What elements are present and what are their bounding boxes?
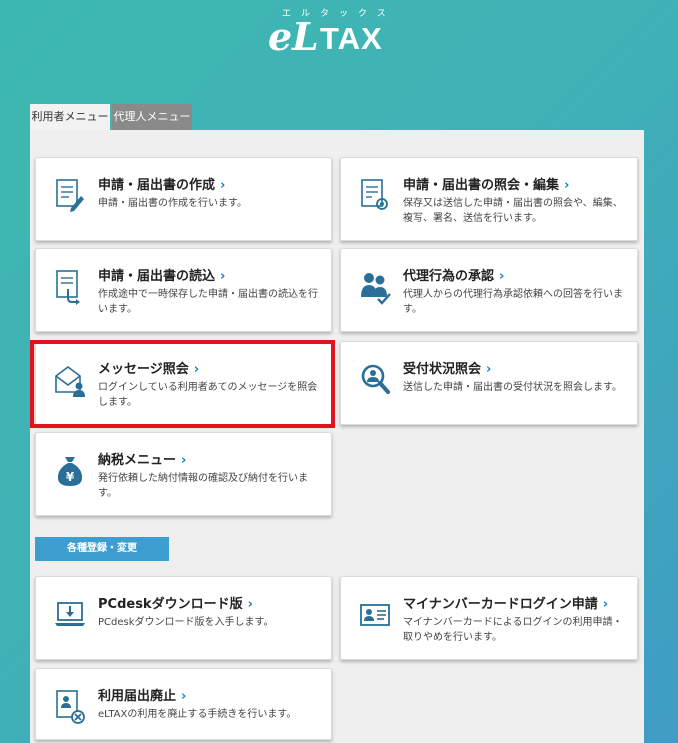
- menu-card-title: 納税メニュー ›: [98, 453, 187, 468]
- menu-card-desc: マイナンバーカードによるログインの利用申請・取りやめを行います。: [403, 617, 623, 643]
- tab-user-menu[interactable]: 利用者メニュー: [30, 104, 110, 130]
- chevron-right-icon: ›: [220, 178, 226, 193]
- menu-card-title: PCdeskダウンロード版 ›: [98, 597, 253, 612]
- chevron-right-icon: ›: [193, 362, 200, 377]
- menu-card-title: 申請・届出書の照会・編集 ›: [403, 178, 570, 193]
- menu-card-title: 利用届出廃止 ›: [98, 689, 187, 704]
- id-card-icon: [360, 604, 390, 626]
- menu-card-title: 受付状況照会 ›: [403, 362, 492, 377]
- menu-card-proxy-approval[interactable]: 代理行為の承認 › 代理人からの代理行為承認依頼への回答を行います。: [340, 248, 638, 332]
- menu-card-desc: eLTAXの利用を廃止する手続きを行います。: [98, 709, 297, 720]
- laptop-download-icon: [55, 602, 85, 626]
- menu-card-title: マイナンバーカードログイン申請 ›: [403, 597, 609, 612]
- section-label: 各種登録・変更: [35, 537, 169, 561]
- chevron-right-icon: ›: [181, 453, 187, 468]
- menu-card-desc: PCdeskダウンロード版を入手します。: [98, 617, 274, 628]
- menu-card-desc: 発行依頼した納付情報の確認及び納付を行います。: [98, 473, 308, 499]
- chevron-right-icon: ›: [499, 269, 505, 284]
- menu-card-reception-status[interactable]: 受付状況照会 › 送信した申請・届出書の受付状況を照会します。: [340, 341, 638, 425]
- menu-card-title: メッセージ照会 ›: [98, 362, 200, 377]
- document-search-icon: [361, 179, 388, 210]
- menu-card-title: 申請・届出書の作成 ›: [98, 178, 226, 193]
- chevron-right-icon: ›: [247, 597, 253, 612]
- svg-text:¥: ¥: [66, 470, 75, 484]
- document-pen-icon: [56, 179, 84, 212]
- menu-card-desc: 申請・届出書の作成を行います。: [98, 198, 247, 209]
- logo-tax: TAX: [320, 21, 383, 56]
- users-check-icon: [361, 273, 391, 305]
- menu-card-title: 代理行為の承認 ›: [403, 269, 505, 284]
- menu-card-usage-cancel[interactable]: 利用届出廃止 › eLTAXの利用を廃止する手続きを行います。: [35, 668, 332, 740]
- document-cancel-icon: [56, 690, 85, 724]
- document-load-icon: [56, 270, 80, 305]
- yen-bag-icon: ¥: [57, 457, 83, 486]
- menu-card-desc: 作成途中で一時保存した申請・届出書の読込を行います。: [98, 289, 318, 315]
- logo-e: e: [268, 14, 293, 59]
- menu-card-title: 申請・届出書の読込 ›: [98, 269, 226, 284]
- menu-card-desc: ログインしている利用者あてのメッセージを照会します。: [98, 382, 318, 408]
- menu-card-tax-payment[interactable]: ¥ 納税メニュー › 発行依頼した納付情報の確認及び納付を行います。: [35, 432, 332, 516]
- menu-card-load[interactable]: 申請・届出書の読込 › 作成途中で一時保存した申請・届出書の読込を行います。: [35, 248, 332, 332]
- chevron-right-icon: ›: [220, 269, 226, 284]
- chevron-right-icon: ›: [564, 178, 570, 193]
- eltax-logo: エルタックス e L TAX: [268, 6, 398, 59]
- menu-card-inquiry-edit[interactable]: 申請・届出書の照会・編集 › 保存又は送信した申請・届出書の照会や、編集、複写、署…: [340, 157, 638, 241]
- logo-l: L: [292, 14, 319, 59]
- chevron-right-icon: ›: [602, 597, 609, 612]
- chevron-right-icon: ›: [486, 362, 492, 377]
- mail-user-icon: [55, 366, 85, 397]
- menu-card-message[interactable]: メッセージ照会 › ログインしている利用者あてのメッセージを照会します。: [35, 341, 332, 425]
- menu-card-desc: 代理人からの代理行為承認依頼への回答を行います。: [403, 289, 623, 315]
- tab-agent-menu[interactable]: 代理人メニュー: [112, 104, 192, 130]
- menu-card-mynumber-login[interactable]: マイナンバーカードログイン申請 › マイナンバーカードによるログインの利用申請・取…: [340, 576, 638, 660]
- magnifier-user-icon: [361, 364, 390, 394]
- menu-card-desc: 保存又は送信した申請・届出書の照会や、編集、複写、署名、送信を行います。: [403, 198, 623, 224]
- menu-card-create[interactable]: 申請・届出書の作成 › 申請・届出書の作成を行います。: [35, 157, 332, 241]
- menu-card-desc: 送信した申請・届出書の受付状況を照会します。: [403, 382, 622, 393]
- menu-card-pcdesk-download[interactable]: PCdeskダウンロード版 › PCdeskダウンロード版を入手します。: [35, 576, 332, 660]
- chevron-right-icon: ›: [181, 689, 187, 704]
